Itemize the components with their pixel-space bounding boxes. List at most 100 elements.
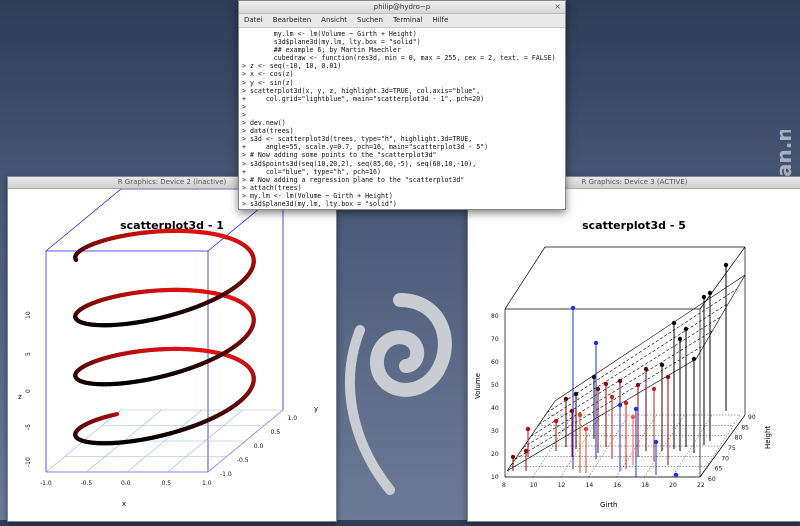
x-tick-label: 14 [586, 482, 594, 489]
menu-ansicht[interactable]: Ansicht [321, 14, 347, 27]
terminal-line: my.lm <- lm(Volume ~ Girth + Height) [242, 30, 562, 38]
x-tick-label: 22 [697, 482, 705, 489]
menu-bearbeiten[interactable]: Bearbeiten [273, 14, 311, 27]
x-tick-label: 10 [530, 482, 538, 489]
terminal-window[interactable]: philip@hydro~p × Datei Bearbeiten Ansich… [238, 0, 566, 210]
box-edge [700, 247, 745, 309]
data-point [684, 327, 688, 331]
blue-data-point [674, 473, 678, 477]
terminal-line: > s3d$plane3d(my.lm, lty.box = "solid") [242, 200, 562, 208]
terminal-titlebar: philip@hydro~p × [239, 1, 565, 14]
terminal-line: > data(trees) [242, 127, 562, 135]
data-point [702, 295, 706, 299]
z-tick-label: -5 [25, 424, 32, 430]
data-point [692, 357, 696, 361]
x-tick-label: 0.0 [121, 480, 131, 487]
terminal-line: + col.grid="lightblue", main="scatterplo… [242, 95, 562, 103]
data-point [574, 392, 578, 396]
blue-data-point [618, 403, 622, 407]
data-point [526, 427, 530, 431]
y-axis-label: Height [764, 426, 772, 449]
x-tick-label: 8 [502, 482, 506, 489]
data-point [724, 263, 728, 267]
plane-grid-line [515, 345, 704, 459]
terminal-line: > my.lm <- lm(Volume ~ Girth + Height) [242, 192, 562, 200]
terminal-line: > [242, 103, 562, 111]
data-point [666, 375, 670, 379]
z-tick-label: 40 [491, 405, 499, 412]
terminal-line: + col="blue", type="h", pch=16) [242, 168, 562, 176]
y-axis-label: y [314, 405, 318, 413]
terminal-line: > s3d <- scatterplot3d(trees, type="h", … [242, 135, 562, 143]
y-tick-label: 0.0 [254, 443, 264, 450]
terminal-line: ## example 6; by Martin Maechler [242, 46, 562, 54]
blue-data-point [594, 341, 598, 345]
data-point [636, 383, 640, 387]
z-tick-label: 50 [491, 382, 499, 389]
helix-segment [76, 259, 77, 260]
z-tick-label: 60 [491, 359, 499, 366]
z-tick-label: 20 [491, 451, 499, 458]
x-tick-label: 18 [641, 482, 649, 489]
z-tick-label: 5 [25, 352, 32, 356]
data-point [570, 409, 574, 413]
data-point [610, 395, 614, 399]
y-tick-label: 85 [741, 424, 749, 431]
y-tick-label: 1.0 [288, 415, 298, 422]
terminal-line: > x <- cos(z) [242, 70, 562, 78]
z-tick-label: 30 [491, 428, 499, 435]
y-tick-label: 80 [735, 435, 743, 442]
menu-hilfe[interactable]: Hilfe [433, 14, 449, 27]
y-tick-label: 90 [748, 414, 756, 421]
r-graphics-window-device2[interactable]: R Graphics: Device 2 (inactive) scatterp… [7, 176, 337, 522]
plane-grid-line [523, 331, 712, 448]
terminal-line: > dev.new() [242, 119, 562, 127]
terminal-line: > s3d$points3d(seq(10,20,2), seq(85,60,-… [242, 160, 562, 168]
box-edge [700, 415, 745, 477]
x-tick-label: 0.5 [162, 480, 172, 487]
terminal-menubar: Datei Bearbeiten Ansicht Suchen Terminal… [239, 14, 565, 28]
data-point [708, 291, 712, 295]
data-point [660, 363, 664, 367]
terminal-title: philip@hydro~p [374, 3, 431, 11]
y-tick-label: -1.0 [220, 471, 232, 478]
close-icon[interactable]: × [554, 1, 561, 13]
data-point [672, 321, 676, 325]
z-tick-label: 0 [25, 389, 32, 393]
r-graphics-window-device3[interactable]: R Graphics: Device 3 (ACTIVE) scatterplo… [467, 176, 800, 522]
x-tick-label: 1.0 [202, 480, 212, 487]
terminal-line: cubedraw <- function(res3d, min = 0, max… [242, 54, 562, 62]
data-point [564, 397, 568, 401]
y-tick-label: 60 [708, 476, 716, 483]
z-tick-label: -10 [25, 457, 32, 467]
terminal-output[interactable]: my.lm <- lm(Volume ~ Girth + Height) s3d… [239, 28, 565, 208]
debian-swirl-logo [330, 180, 470, 520]
data-point [678, 337, 682, 341]
z-tick-label: 80 [491, 313, 499, 320]
y-tick-label: 75 [728, 445, 736, 452]
data-point [511, 455, 515, 459]
data-point [652, 387, 656, 391]
z-tick-label: 10 [491, 474, 499, 481]
menu-terminal[interactable]: Terminal [393, 14, 423, 27]
x-axis-label: Girth [600, 501, 617, 509]
y-tick-label: 70 [721, 455, 729, 462]
menu-suchen[interactable]: Suchen [357, 14, 383, 27]
terminal-line: > attach(trees) [242, 184, 562, 192]
data-point [584, 427, 588, 431]
helix-plot: scatterplot3d - 1 -1.0-0.50.00.51.0 -1.0… [8, 189, 336, 522]
terminal-line: > [242, 111, 562, 119]
y-tick-label: -0.5 [237, 457, 249, 464]
blue-data-point [571, 306, 575, 310]
terminal-line: s3d$plane3d(my.lm, lty.box = "solid") [242, 38, 562, 46]
y-tick-label: 65 [715, 466, 723, 473]
trees-plot: scatterplot3d - 5 810121416182022 606570… [468, 189, 800, 522]
box-edge [46, 189, 121, 251]
terminal-line: > # Now adding some points to the "scatt… [242, 151, 562, 159]
z-axis-label: z [18, 393, 22, 401]
z-tick-label: 10 [25, 311, 32, 319]
x-tick-label: 16 [613, 482, 621, 489]
data-point [624, 401, 628, 405]
menu-datei[interactable]: Datei [244, 14, 263, 27]
blue-data-point [654, 440, 658, 444]
